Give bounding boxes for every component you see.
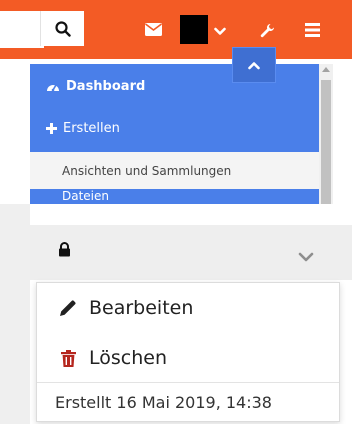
search-input[interactable] bbox=[0, 11, 44, 48]
actions-dropdown-menu: Bearbeiten Löschen Erstellt 16 Mai 2019,… bbox=[36, 282, 340, 422]
sidebar-item-label: Dateien bbox=[62, 189, 110, 203]
hamburger-icon bbox=[305, 23, 320, 37]
page-background-strip bbox=[0, 204, 30, 424]
sidebar-item-files[interactable]: Dateien bbox=[30, 189, 319, 204]
delete-menu-item[interactable]: Löschen bbox=[37, 338, 339, 378]
created-date-text: Erstellt 16 Mai 2019, 14:38 bbox=[55, 393, 272, 412]
collapse-submenu-button[interactable] bbox=[232, 47, 276, 83]
dashboard-icon bbox=[47, 84, 59, 92]
envelope-icon bbox=[145, 22, 162, 36]
search-button[interactable] bbox=[40, 11, 84, 46]
admin-settings-button[interactable] bbox=[260, 21, 275, 39]
scrollbar-thumb[interactable] bbox=[321, 80, 331, 204]
chevron-down-icon[interactable] bbox=[298, 247, 314, 266]
permissions-panel[interactable] bbox=[30, 225, 352, 280]
sidebar-item-label: Erstellen bbox=[63, 120, 120, 136]
edit-menu-item[interactable]: Bearbeiten bbox=[37, 288, 339, 328]
sidebar-item-create[interactable]: Erstellen bbox=[30, 108, 319, 148]
submenu-item-views-collections[interactable]: Ansichten und Sammlungen bbox=[30, 152, 319, 189]
submenu-item-label: Ansichten und Sammlungen bbox=[62, 163, 232, 178]
user-avatar[interactable] bbox=[180, 15, 208, 44]
menu-divider bbox=[37, 382, 339, 383]
sidebar-item-label: Dashboard bbox=[66, 78, 146, 94]
chevron-up-icon bbox=[248, 61, 260, 69]
lock-icon bbox=[58, 242, 71, 261]
sidebar-menu: Dashboard Erstellen Ansichten und Sammlu… bbox=[30, 64, 319, 204]
wrench-icon bbox=[260, 23, 274, 37]
search-icon bbox=[54, 20, 71, 37]
user-menu-toggle[interactable] bbox=[214, 22, 226, 40]
delete-menu-label: Löschen bbox=[89, 347, 167, 369]
pencil-icon bbox=[57, 299, 79, 317]
edit-menu-label: Bearbeiten bbox=[89, 297, 194, 319]
main-menu-button[interactable] bbox=[305, 21, 320, 39]
messages-button[interactable] bbox=[145, 20, 162, 38]
plus-icon bbox=[46, 122, 57, 134]
chevron-down-icon bbox=[214, 27, 226, 35]
scroll-up-arrow[interactable] bbox=[322, 67, 330, 72]
trash-icon bbox=[57, 349, 79, 367]
